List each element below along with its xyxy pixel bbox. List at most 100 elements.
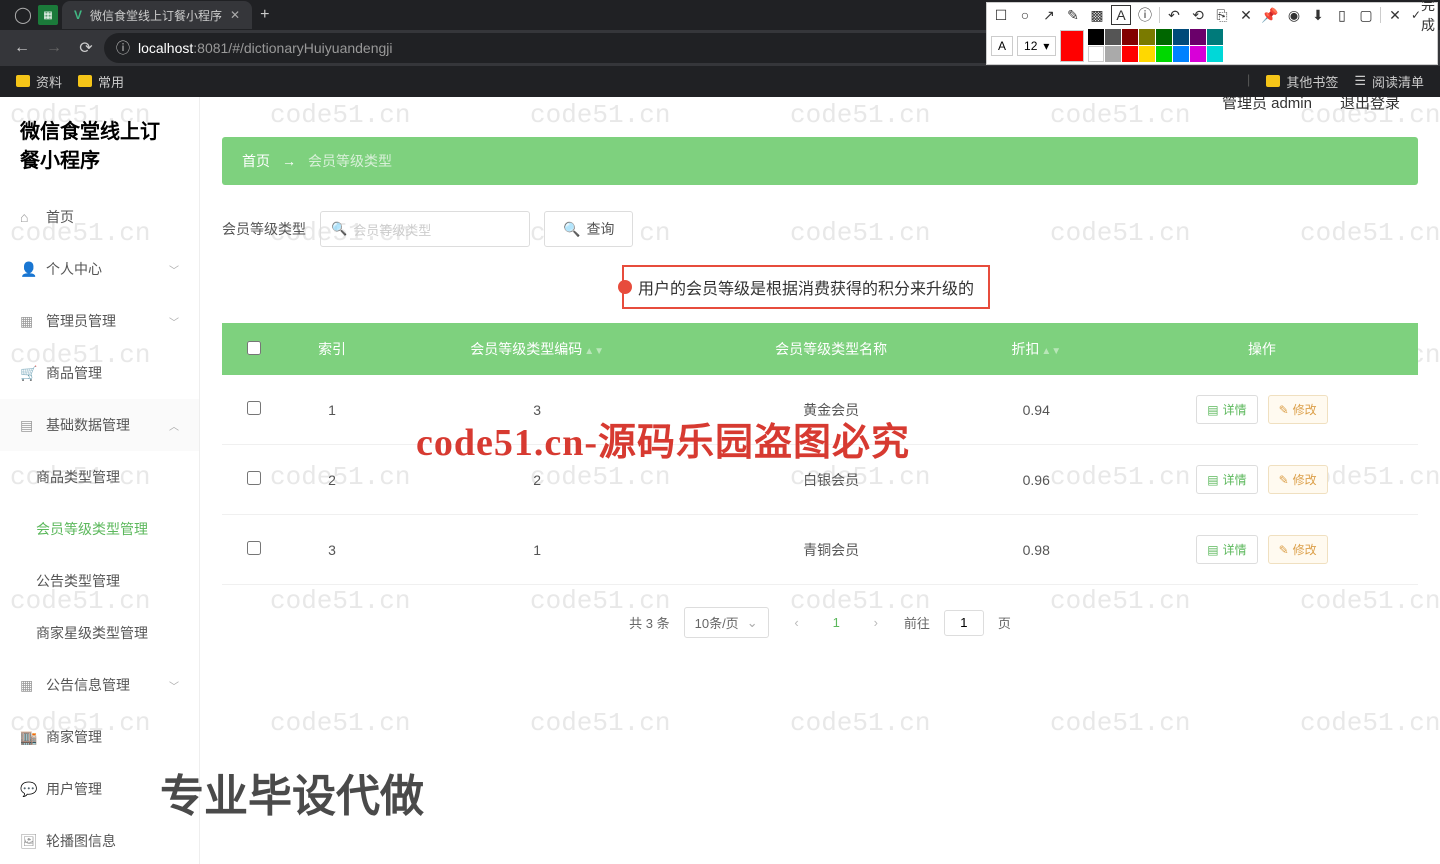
cell-discount: 0.96 (967, 445, 1106, 515)
doc-icon: ▤ (1207, 543, 1218, 557)
search-icon: 🔍 (331, 221, 347, 237)
search-label: 会员等级类型 (222, 219, 306, 239)
shuffle-icon[interactable]: ✕ (1236, 5, 1256, 25)
table-header-name[interactable]: 会员等级类型名称 (696, 323, 967, 375)
sidebar-sub-merchant-star[interactable]: 商家星级类型管理 (0, 607, 199, 659)
other-bookmarks[interactable]: 其他书签 (1266, 72, 1338, 91)
bookmark-folder-1[interactable]: 资料 (16, 72, 62, 91)
folder-icon[interactable]: ▢ (1356, 5, 1376, 25)
cell-index: 1 (286, 375, 379, 445)
table-header-action: 操作 (1106, 323, 1418, 375)
browser-tab[interactable]: V 微信食堂线上订餐小程序 ✕ (62, 1, 252, 29)
detail-button[interactable]: ▤详情 (1196, 395, 1257, 424)
cell-discount: 0.98 (967, 515, 1106, 585)
row-checkbox[interactable] (247, 471, 261, 485)
download-icon[interactable]: ⬇ (1308, 5, 1328, 25)
close-toolbar-icon[interactable]: ✕ (1385, 5, 1405, 25)
table-header-code[interactable]: 会员等级类型编码▲▼ (379, 323, 696, 375)
table-header-checkbox[interactable] (222, 323, 286, 375)
row-checkbox[interactable] (247, 401, 261, 415)
edit-button[interactable]: ✎修改 (1268, 395, 1328, 424)
sidebar-item-notice[interactable]: ▦公告信息管理﹀ (0, 659, 199, 711)
edit-button[interactable]: ✎修改 (1268, 465, 1328, 494)
tab-favicon-2[interactable]: ▦ (38, 5, 58, 25)
pin-icon[interactable]: 📌 (1260, 5, 1280, 25)
tab-title: 微信食堂线上订餐小程序 (90, 7, 222, 24)
back-button[interactable]: ← (8, 34, 36, 62)
sidebar-item-basedata[interactable]: ▤基础数据管理︿ (0, 399, 199, 451)
page-number[interactable]: 1 (825, 611, 848, 634)
per-page-select[interactable]: 10条/页⌄ (684, 607, 769, 638)
table-header-discount[interactable]: 折扣▲▼ (967, 323, 1106, 375)
rect-tool-icon[interactable]: ☐ (991, 5, 1011, 25)
reload-button[interactable]: ⟳ (72, 34, 100, 62)
chevron-down-icon: ⌄ (747, 615, 758, 631)
overlay-bottom-text: 专业毕设代做 (160, 760, 424, 824)
edit-button[interactable]: ✎修改 (1268, 535, 1328, 564)
chevron-up-icon: ︿ (169, 418, 179, 433)
overlay-red-text: code51.cn-源码乐园盗图必究 (416, 411, 910, 466)
breadcrumb-current: 会员等级类型 (308, 151, 392, 171)
cell-index: 2 (286, 445, 379, 515)
device-icon[interactable]: ▯ (1332, 5, 1352, 25)
pagination: 共 3 条 10条/页⌄ ‹ 1 › 前往 页 (222, 607, 1418, 638)
bookmark-folder-2[interactable]: 常用 (78, 72, 124, 91)
annotation-callout: 用户的会员等级是根据消费获得的积分来升级的 (622, 265, 990, 309)
sidebar-item-product[interactable]: 🛒商品管理 (0, 347, 199, 399)
info-icon[interactable]: ⓘ (116, 38, 130, 58)
search-input[interactable]: 🔍 会员等级类型 (320, 211, 530, 247)
doc-icon: ▤ (1207, 403, 1218, 417)
font-selector[interactable]: A (991, 36, 1013, 56)
detail-button[interactable]: ▤详情 (1196, 465, 1257, 494)
new-tab-button[interactable]: + (260, 6, 269, 24)
font-size-selector[interactable]: 12 ▾ (1017, 36, 1056, 56)
home-icon: ⌂ (20, 209, 36, 225)
chat-icon: 💬 (20, 781, 36, 798)
pen-tool-icon[interactable]: ✎ (1063, 5, 1083, 25)
sidebar-item-merchant[interactable]: 🏬商家管理 (0, 711, 199, 763)
sidebar-item-home[interactable]: ⌂首页 (0, 191, 199, 243)
forward-button[interactable]: → (40, 34, 68, 62)
reading-list[interactable]: ☰阅读清单 (1354, 72, 1424, 91)
undo-icon[interactable]: ↶ (1164, 5, 1184, 25)
tab-favicon-1[interactable]: ◯ (8, 0, 38, 30)
done-button[interactable]: ✓ 完成 (1413, 5, 1433, 25)
edit-icon: ✎ (1279, 403, 1289, 417)
color-palette[interactable] (1088, 29, 1223, 62)
chevron-down-icon: ﹀ (169, 262, 179, 277)
doc-icon: ▤ (1207, 473, 1218, 487)
copy-icon[interactable]: ⎘ (1212, 5, 1232, 25)
line-tool-icon[interactable]: ↗ (1039, 5, 1059, 25)
table-header-index[interactable]: 索引 (286, 323, 379, 375)
cell-index: 3 (286, 515, 379, 585)
sidebar-sub-notice-type[interactable]: 公告类型管理 (0, 555, 199, 607)
text-tool-icon[interactable]: A (1111, 5, 1131, 25)
sidebar: 微信食堂线上订餐小程序 ⌂首页 👤个人中心﹀ ▦管理员管理﹀ 🛒商品管理 ▤基础… (0, 97, 200, 864)
close-tab-icon[interactable]: ✕ (230, 8, 240, 22)
mosaic-tool-icon[interactable]: ▩ (1087, 5, 1107, 25)
circle-tool-icon[interactable]: ○ (1015, 5, 1035, 25)
search-button[interactable]: 🔍 查询 (544, 211, 633, 247)
logout-link[interactable]: 退出登录 (1340, 97, 1400, 113)
color-current[interactable] (1060, 30, 1084, 62)
breadcrumb: 首页 → 会员等级类型 (222, 137, 1418, 185)
redo-icon[interactable]: ⟲ (1188, 5, 1208, 25)
record-icon[interactable]: ◉ (1284, 5, 1304, 25)
info-tool-icon[interactable]: ⓘ (1135, 5, 1155, 25)
detail-button[interactable]: ▤详情 (1196, 535, 1257, 564)
sidebar-item-admin[interactable]: ▦管理员管理﹀ (0, 295, 199, 347)
cell-code: 1 (379, 515, 696, 585)
grid-icon: ▦ (20, 313, 36, 330)
goto-page-input[interactable] (944, 610, 984, 636)
next-page-button[interactable]: › (862, 609, 890, 637)
sidebar-sub-product-type[interactable]: 商品类型管理 (0, 451, 199, 503)
breadcrumb-home[interactable]: 首页 (242, 151, 270, 171)
cell-name: 青铜会员 (696, 515, 967, 585)
sidebar-item-profile[interactable]: 👤个人中心﹀ (0, 243, 199, 295)
row-checkbox[interactable] (247, 541, 261, 555)
vue-icon: V (74, 8, 82, 22)
user-icon: 👤 (20, 261, 36, 278)
prev-page-button[interactable]: ‹ (783, 609, 811, 637)
shop-icon: 🏬 (20, 729, 36, 746)
sidebar-sub-member-level[interactable]: 会员等级类型管理 (0, 503, 199, 555)
